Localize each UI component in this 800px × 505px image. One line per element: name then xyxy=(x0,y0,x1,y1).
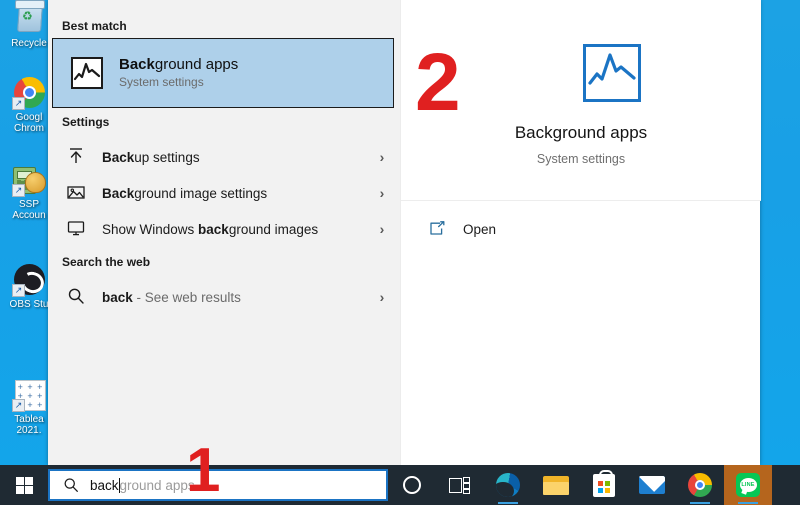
taskbar: background apps xyxy=(0,465,800,505)
settings-item-label: Backup settings xyxy=(102,150,370,165)
file-explorer-icon xyxy=(543,475,569,495)
microsoft-store-icon xyxy=(593,474,615,497)
taskbar-item-microsoft-edge[interactable] xyxy=(484,465,532,505)
mail-icon xyxy=(639,476,665,494)
taskbar-item-cortana[interactable] xyxy=(388,465,436,505)
desktop-icon-list: ♻ Recycle ↗ Googl Chrom ↗ SSP Accoun xyxy=(0,0,48,465)
start-search-flyout: Best match Background apps System settin… xyxy=(48,0,760,465)
open-external-icon xyxy=(427,219,447,239)
image-icon xyxy=(66,182,88,204)
chart-line-icon xyxy=(71,57,103,89)
line-icon: LINE xyxy=(736,473,760,497)
best-match-title: Background apps xyxy=(119,55,238,74)
best-match-text: Background apps System settings xyxy=(119,55,238,91)
chevron-right-icon[interactable]: › xyxy=(370,221,394,237)
taskbar-icon-list: LINE xyxy=(388,465,772,505)
search-typed-text: back xyxy=(90,478,119,493)
web-search-label: back - See web results xyxy=(102,290,370,305)
chrome-icon: ↗ xyxy=(12,76,46,110)
chevron-right-icon[interactable]: › xyxy=(370,289,394,305)
chart-line-icon xyxy=(583,44,641,102)
chevron-right-icon[interactable]: › xyxy=(370,185,394,201)
step-1-marker: 1 xyxy=(186,440,220,502)
best-match-subtitle: System settings xyxy=(119,74,238,91)
google-chrome-icon xyxy=(688,473,712,497)
settings-item-show-windows-background-images[interactable]: Show Windows background images › xyxy=(52,211,394,247)
screen: ♻ Recycle ↗ Googl Chrom ↗ SSP Accoun xyxy=(0,0,800,505)
taskbar-item-mail[interactable] xyxy=(628,465,676,505)
microsoft-edge-icon xyxy=(496,473,520,497)
monitor-icon xyxy=(66,218,88,240)
preview-action-label: Open xyxy=(463,222,496,237)
search-icon xyxy=(66,286,88,308)
best-match-heading: Best match xyxy=(48,18,127,34)
web-search-item[interactable]: back - See web results › xyxy=(52,279,394,315)
taskbar-item-file-explorer[interactable] xyxy=(532,465,580,505)
cortana-icon xyxy=(403,476,421,494)
task-view-icon xyxy=(449,477,471,494)
settings-item-background-image-settings[interactable]: Background image settings › xyxy=(52,175,394,211)
search-icon xyxy=(62,476,80,494)
search-the-web-heading: Search the web xyxy=(48,254,150,270)
taskbar-item-google-chrome[interactable] xyxy=(676,465,724,505)
step-2-marker: 2 xyxy=(415,42,461,124)
settings-item-label: Background image settings xyxy=(102,186,370,201)
windows-logo-icon xyxy=(16,477,33,494)
system-tray-edge xyxy=(794,465,800,505)
search-suggestion-text: ground apps xyxy=(120,478,195,493)
settings-item-backup-settings[interactable]: Backup settings › xyxy=(52,139,394,175)
settings-item-label: Show Windows background images xyxy=(102,222,370,237)
start-button[interactable] xyxy=(0,465,48,505)
taskbar-item-task-view[interactable] xyxy=(436,465,484,505)
recycle-bin-icon: ♻ xyxy=(12,2,46,36)
tableau-icon: + + ++ + ++ + + ↗ xyxy=(12,378,46,412)
search-input-text: background apps xyxy=(90,478,195,493)
taskbar-item-line[interactable]: LINE xyxy=(724,465,772,505)
chevron-right-icon[interactable]: › xyxy=(370,149,394,165)
obs-icon: ↗ xyxy=(12,263,46,297)
taskbar-item-microsoft-store[interactable] xyxy=(580,465,628,505)
calculator-money-icon: ↗ xyxy=(12,163,46,197)
preview-subtitle: System settings xyxy=(401,152,761,166)
best-match-result[interactable]: Background apps System settings xyxy=(52,38,394,108)
preview-action-open[interactable]: Open xyxy=(401,213,761,245)
settings-heading: Settings xyxy=(48,114,109,130)
search-results-pane: Best match Background apps System settin… xyxy=(48,0,400,465)
upload-arrow-icon xyxy=(66,146,88,168)
